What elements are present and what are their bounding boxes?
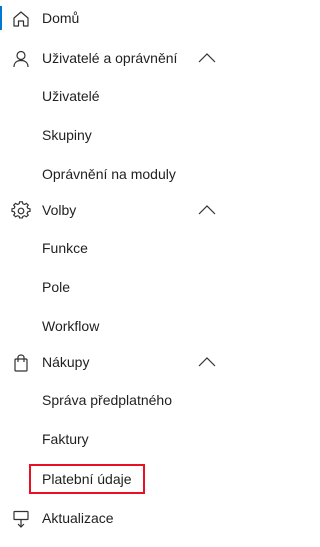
nav-item-label: Faktury (42, 431, 89, 447)
nav-item-module-permissions[interactable]: Oprávnění na moduly (0, 158, 226, 190)
nav-item-users[interactable]: Uživatelé (0, 80, 226, 112)
chevron-up-icon[interactable] (197, 51, 217, 65)
nav-item-label: Funkce (42, 240, 88, 256)
nav-item-label: Domů (42, 10, 80, 26)
nav-group-purchases[interactable]: Nákupy (0, 346, 226, 378)
highlight-box (29, 464, 145, 494)
nav-item-fields[interactable]: Pole (0, 271, 226, 303)
home-icon (13, 11, 29, 27)
person-icon (13, 50, 29, 68)
navigation-panel: Domů Uživatelé a oprávnění Uživatelé Sku… (0, 0, 226, 547)
nav-item-groups[interactable]: Skupiny (0, 119, 226, 151)
nav-item-payment-details[interactable]: Platební údaje (0, 463, 226, 495)
gear-icon (11, 201, 31, 219)
nav-group-label: Nákupy (42, 354, 90, 370)
nav-item-subscription-management[interactable]: Správa předplatného (0, 384, 226, 416)
nav-item-label: Pole (42, 279, 71, 295)
shopping-bag-icon (14, 354, 28, 372)
nav-item-workflow[interactable]: Workflow (0, 310, 226, 342)
nav-item-label: Skupiny (42, 127, 92, 143)
active-indicator (0, 6, 2, 30)
nav-group-users-permissions[interactable]: Uživatelé a oprávnění (0, 42, 226, 74)
nav-item-label: Oprávnění na moduly (42, 166, 176, 182)
update-icon (13, 510, 29, 528)
nav-item-label: Uživatelé (42, 88, 100, 104)
nav-item-functions[interactable]: Funkce (0, 232, 226, 264)
nav-group-label: Uživatelé a oprávnění (42, 50, 178, 66)
nav-item-home[interactable]: Domů (0, 2, 226, 34)
nav-item-label: Aktualizace (42, 510, 114, 526)
nav-item-label: Správa předplatného (42, 392, 172, 408)
nav-group-settings[interactable]: Volby (0, 194, 226, 226)
nav-item-invoices[interactable]: Faktury (0, 423, 226, 455)
chevron-up-icon[interactable] (197, 355, 217, 369)
chevron-up-icon[interactable] (197, 203, 217, 217)
nav-group-label: Volby (42, 202, 77, 218)
nav-item-label: Workflow (42, 318, 100, 334)
nav-item-updates[interactable]: Aktualizace (0, 502, 226, 534)
